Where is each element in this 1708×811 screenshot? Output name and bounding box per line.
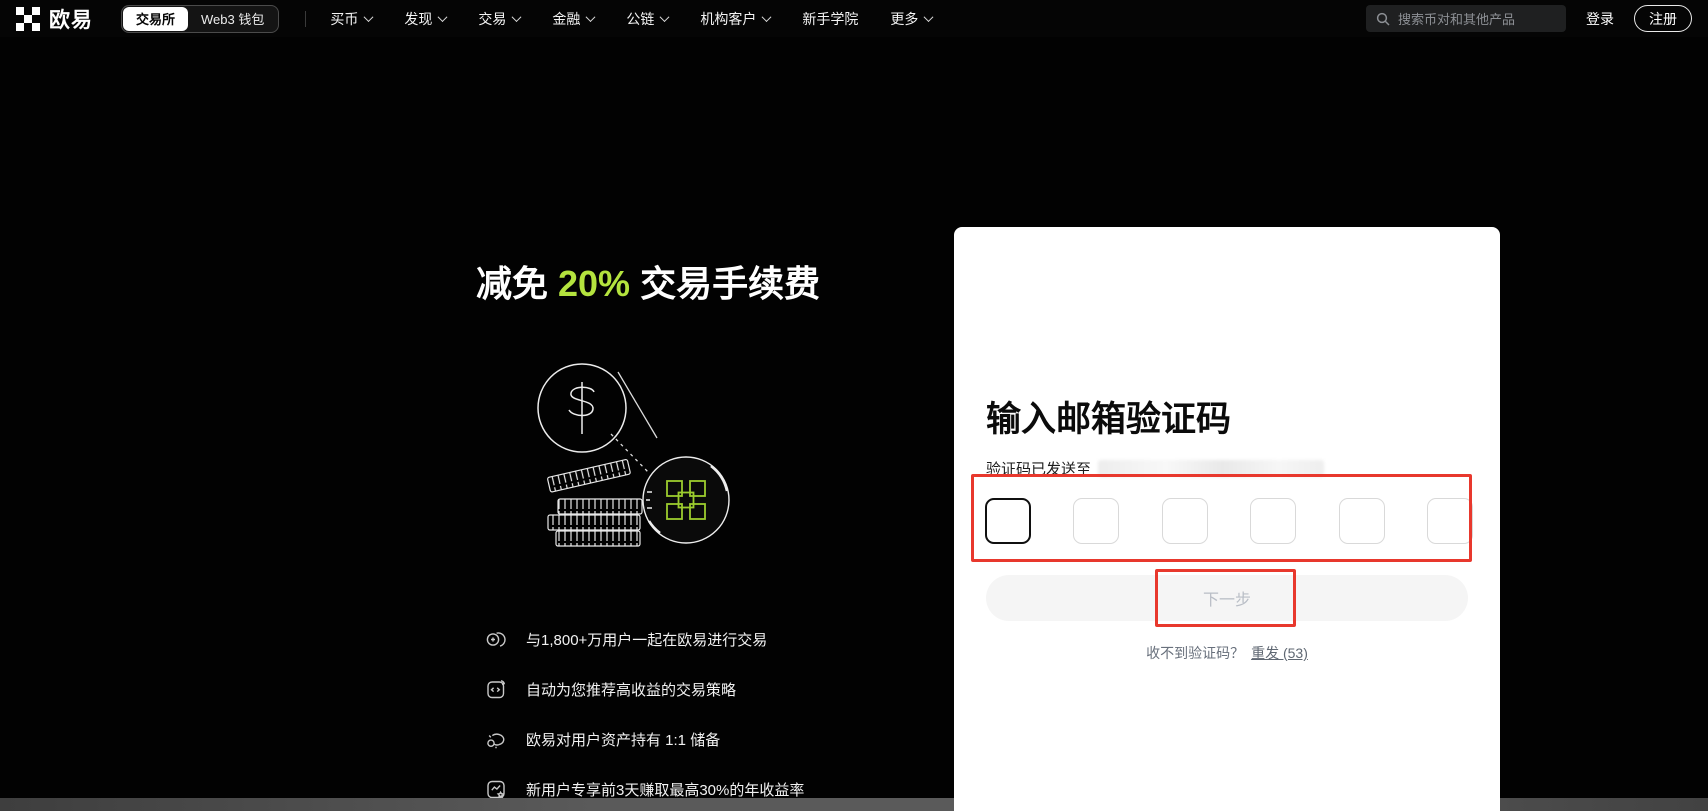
headline-prefix: 减免: [476, 263, 558, 304]
resend-row: 收不到验证码？ 重发 (53): [954, 643, 1500, 663]
benefit-list: 与1,800+万用户一起在欧易进行交易 自动为您推荐高收益的交易策略 欧易对用户…: [484, 627, 848, 801]
strategy-clock-icon: [484, 677, 508, 701]
nav-item-label: 公链: [626, 9, 654, 29]
chevron-down-icon: [586, 12, 596, 22]
nav-item-label: 发现: [404, 9, 432, 29]
subtitle-text: 验证码已发送至: [986, 458, 1091, 479]
chevron-down-icon: [364, 12, 374, 22]
nav-item-discover[interactable]: 发现: [404, 9, 446, 29]
list-item: 与1,800+万用户一起在欧易进行交易: [484, 627, 848, 651]
nav-item-more[interactable]: 更多: [890, 9, 932, 29]
verification-card: 输入邮箱验证码 验证码已发送至 下一步 收不到验证码？ 重发 (53): [954, 227, 1500, 811]
chevron-down-icon: [660, 12, 670, 22]
list-item: 欧易对用户资产持有 1:1 储备: [484, 727, 848, 751]
search-input[interactable]: 搜索币对和其他产品: [1366, 5, 1566, 32]
nav-item-label: 机构客户: [700, 9, 756, 29]
benefit-text: 自动为您推荐高收益的交易策略: [526, 679, 736, 700]
nav-item-trade[interactable]: 交易: [478, 9, 520, 29]
benefit-text: 欧易对用户资产持有 1:1 储备: [526, 729, 720, 750]
redacted-email: [1098, 460, 1324, 477]
brand-logo[interactable]: 欧易: [16, 4, 93, 34]
headline-highlight: 20%: [558, 263, 630, 304]
list-item: 自动为您推荐高收益的交易策略: [484, 677, 848, 701]
promo-panel: 减免 20% 交易手续费: [476, 263, 848, 801]
resend-question: 收不到验证码？: [1146, 645, 1244, 661]
piggy-bank-icon: [484, 727, 508, 751]
chevron-down-icon: [512, 12, 522, 22]
toggle-exchange[interactable]: 交易所: [123, 7, 188, 31]
register-button[interactable]: 注册: [1634, 5, 1692, 32]
code-input-box-6[interactable]: [1427, 498, 1473, 544]
nav-item-finance[interactable]: 金融: [552, 9, 594, 29]
benefit-text: 与1,800+万用户一起在欧易进行交易: [526, 629, 767, 650]
nav-menu: 买币 发现 交易 金融 公链 机构客户 新手学院 更多: [330, 9, 932, 29]
product-toggle: 交易所 Web3 钱包: [121, 5, 279, 33]
brand-name: 欧易: [49, 4, 93, 34]
login-button[interactable]: 登录: [1586, 9, 1614, 29]
nav-item-label: 金融: [552, 9, 580, 29]
nav-item-institutional[interactable]: 机构客户: [700, 9, 770, 29]
nav-right: 搜索币对和其他产品 登录 注册: [1366, 5, 1692, 32]
chevron-down-icon: [438, 12, 448, 22]
nav-divider: [305, 11, 306, 27]
nav-item-buy-crypto[interactable]: 买币: [330, 9, 372, 29]
nav-item-label: 更多: [890, 9, 918, 29]
code-input-box-1[interactable]: [985, 498, 1031, 544]
coins-illustration: [490, 334, 848, 571]
search-placeholder: 搜索币对和其他产品: [1398, 9, 1515, 28]
card-title: 输入邮箱验证码: [986, 391, 1468, 442]
nav-item-label: 买币: [330, 9, 358, 29]
code-input-box-4[interactable]: [1250, 498, 1296, 544]
toggle-web3-wallet[interactable]: Web3 钱包: [188, 7, 277, 31]
chevron-down-icon: [924, 12, 934, 22]
search-icon: [1376, 12, 1390, 26]
code-input-box-5[interactable]: [1339, 498, 1385, 544]
code-input-row: [985, 498, 1473, 544]
nav-item-academy[interactable]: 新手学院: [802, 9, 858, 29]
promo-headline: 减免 20% 交易手续费: [476, 263, 848, 304]
next-step-button[interactable]: 下一步: [986, 575, 1468, 621]
code-input-box-3[interactable]: [1162, 498, 1208, 544]
main-area: 减免 20% 交易手续费: [0, 37, 1708, 811]
chevron-down-icon: [762, 12, 772, 22]
nav-item-label: 新手学院: [802, 9, 858, 29]
okx-logo-icon: [16, 7, 40, 31]
benefit-text: 新用户专享前3天赚取最高30%的年收益率: [526, 779, 804, 800]
nav-item-public-chain[interactable]: 公链: [626, 9, 668, 29]
nav-item-label: 交易: [478, 9, 506, 29]
top-navbar: 欧易 交易所 Web3 钱包 买币 发现 交易 金融 公链 机构客户: [0, 0, 1708, 37]
code-input-box-2[interactable]: [1073, 498, 1119, 544]
resend-link[interactable]: 重发 (53): [1251, 645, 1308, 661]
card-subtitle: 验证码已发送至: [986, 458, 1468, 479]
users-coins-icon: [484, 627, 508, 651]
headline-suffix: 交易手续费: [630, 263, 820, 304]
